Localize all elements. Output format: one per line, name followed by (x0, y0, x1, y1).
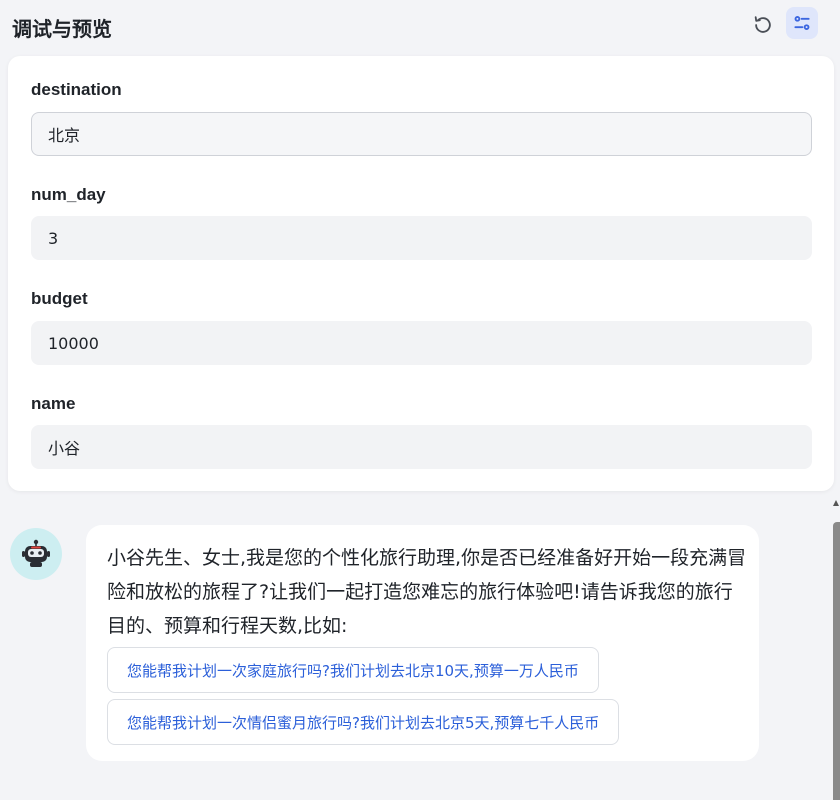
destination-input[interactable] (31, 112, 812, 156)
chat-scrollbar[interactable] (833, 500, 840, 800)
budget-label: budget (31, 289, 88, 308)
suggestion-button-honeymoon-trip[interactable]: 您能帮我计划一次情侣蜜月旅行吗?我们计划去北京5天,预算七千人民币 (107, 699, 620, 745)
variables-panel: destination num_day budget name (8, 56, 834, 491)
refresh-button[interactable] (749, 11, 777, 39)
destination-label: destination (31, 80, 122, 99)
name-label: name (31, 394, 76, 413)
page-title: 调试与预览 (12, 17, 112, 41)
settings-button[interactable] (786, 7, 818, 39)
robot-avatar-icon (22, 539, 50, 567)
settings-sliders-icon (794, 15, 810, 30)
scroll-up-arrow-icon[interactable] (833, 500, 839, 506)
refresh-icon (754, 16, 771, 33)
assistant-message-text: 小谷先生、女士,我是您的个性化旅行助理,你是否已经准备好开始一段充满冒险和放松的… (107, 547, 747, 637)
num-day-label: num_day (31, 185, 106, 204)
assistant-message-bubble: 小谷先生、女士,我是您的个性化旅行助理,你是否已经准备好开始一段充满冒险和放松的… (86, 525, 759, 761)
avatar (10, 528, 62, 580)
name-input[interactable] (31, 425, 812, 469)
num-day-input[interactable] (31, 216, 812, 260)
header: 调试与预览 (0, 0, 840, 56)
suggestion-button-family-trip[interactable]: 您能帮我计划一次家庭旅行吗?我们计划去北京10天,预算一万人民币 (107, 647, 599, 693)
budget-input[interactable] (31, 321, 812, 365)
scrollbar-thumb[interactable] (833, 522, 840, 800)
